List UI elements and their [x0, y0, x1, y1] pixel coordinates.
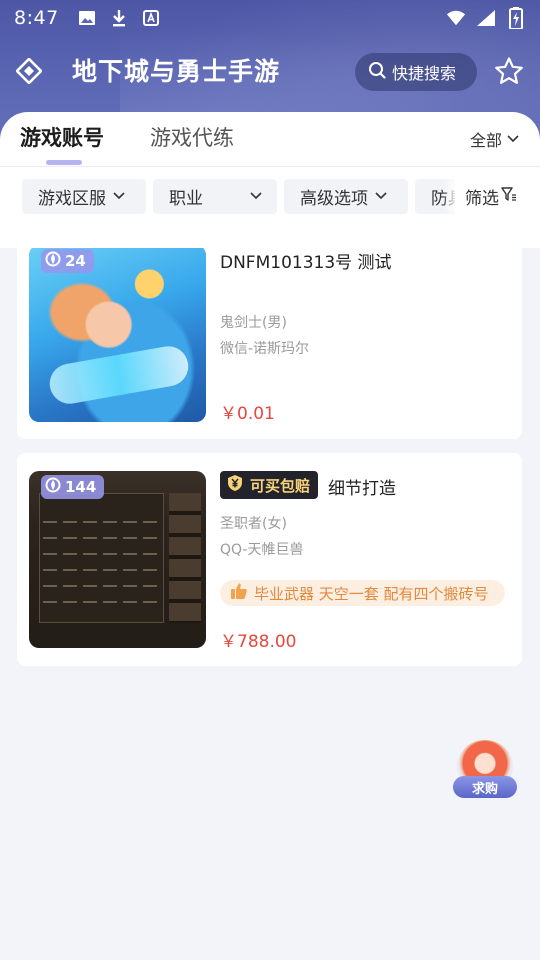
listing-thumbnail: 144: [29, 471, 206, 648]
filter-class-label: 职业: [169, 189, 203, 209]
battery-charging-icon: [506, 7, 526, 29]
filter-button[interactable]: 筛选: [455, 178, 540, 214]
listing-card[interactable]: 24 DNFM101313号 测试 鬼剑士(男) 微信-诺斯玛尔 ￥0.01: [17, 248, 522, 439]
listing-list: 24 DNFM101313号 测试 鬼剑士(男) 微信-诺斯玛尔 ￥0.01 1…: [0, 248, 540, 960]
tabs-divider: [0, 166, 540, 167]
thumbs-up-icon: [230, 582, 248, 604]
request-purchase-label: 求购: [453, 776, 517, 798]
a-letter-icon: [141, 8, 161, 28]
listing-class: 圣职者(女): [220, 516, 287, 532]
nav-row: 地下城与勇士手游 快捷搜索: [0, 44, 540, 100]
signal-icon: [476, 8, 496, 28]
level-badge: 24: [41, 249, 94, 273]
quick-search-button[interactable]: 快捷搜索: [355, 53, 477, 91]
listing-card[interactable]: 144 可买包赔 细节打造 圣职者(女) QQ-天帷巨兽 毕业武器 天空一套 配…: [17, 453, 522, 666]
listing-price: ￥788.00: [220, 632, 297, 652]
filter-advanced-dropdown[interactable]: 高级选项: [284, 179, 408, 214]
listing-title: DNFM101313号 测试: [220, 253, 392, 273]
active-tab-indicator: [46, 160, 82, 165]
level-badge: 144: [41, 475, 105, 499]
listing-highlight-text: 毕业武器 天空一套 配有四个搬砖号: [254, 584, 489, 603]
listing-server: 微信-诺斯玛尔: [220, 341, 310, 357]
level-icon: [45, 477, 61, 497]
diamond-back-icon: [15, 57, 43, 88]
tabs-panel: 游戏账号 游戏代练 全部 游戏区服 职业 高级选项 防具 筛选: [0, 112, 540, 248]
chevron-down-icon: [374, 187, 388, 207]
filter-server-label: 游戏区服: [38, 189, 106, 209]
shield-yen-icon: [226, 474, 244, 496]
filter-button-label: 筛选: [465, 188, 499, 209]
guarantee-badge: 可买包赔: [220, 471, 319, 499]
filter-bar: 游戏区服 职业 高级选项 防具 筛选: [0, 178, 540, 214]
request-purchase-button[interactable]: 求购: [450, 738, 520, 802]
chevron-down-icon: [112, 187, 126, 207]
listing-title: 细节打造: [328, 479, 396, 499]
listing-highlight: 毕业武器 天空一套 配有四个搬砖号: [220, 580, 505, 606]
level-value: 24: [65, 252, 86, 270]
all-select-label: 全部: [469, 131, 502, 150]
image-icon: [77, 8, 97, 28]
filter-advanced-label: 高级选项: [300, 189, 368, 209]
download-icon: [109, 8, 129, 28]
listing-class: 鬼剑士(男): [220, 315, 287, 331]
chevron-down-icon: [249, 187, 263, 207]
tab-game-boosting[interactable]: 游戏代练: [150, 122, 234, 152]
star-icon: [494, 56, 524, 90]
level-value: 144: [65, 478, 97, 496]
chevron-down-icon: [506, 130, 520, 149]
tab-game-accounts[interactable]: 游戏账号: [20, 122, 104, 152]
listing-server: QQ-天帷巨兽: [220, 542, 304, 558]
favorite-button[interactable]: [492, 56, 526, 90]
filter-class-dropdown[interactable]: 职业: [153, 179, 277, 214]
back-button[interactable]: [12, 56, 46, 90]
wifi-icon: [446, 8, 466, 28]
listing-price: ￥0.01: [220, 404, 275, 424]
funnel-icon: [501, 186, 517, 207]
status-time: 8:47: [14, 7, 59, 29]
listing-thumbnail: 24: [29, 248, 206, 422]
page-title: 地下城与勇士手游: [72, 57, 281, 86]
search-icon: [368, 61, 386, 83]
level-icon: [45, 251, 61, 271]
filter-server-dropdown[interactable]: 游戏区服: [22, 179, 146, 214]
status-bar: 8:47: [0, 0, 540, 36]
all-select-dropdown[interactable]: 全部: [470, 127, 520, 151]
quick-search-label: 快捷搜索: [392, 64, 457, 83]
guarantee-label: 可买包赔: [250, 476, 311, 495]
